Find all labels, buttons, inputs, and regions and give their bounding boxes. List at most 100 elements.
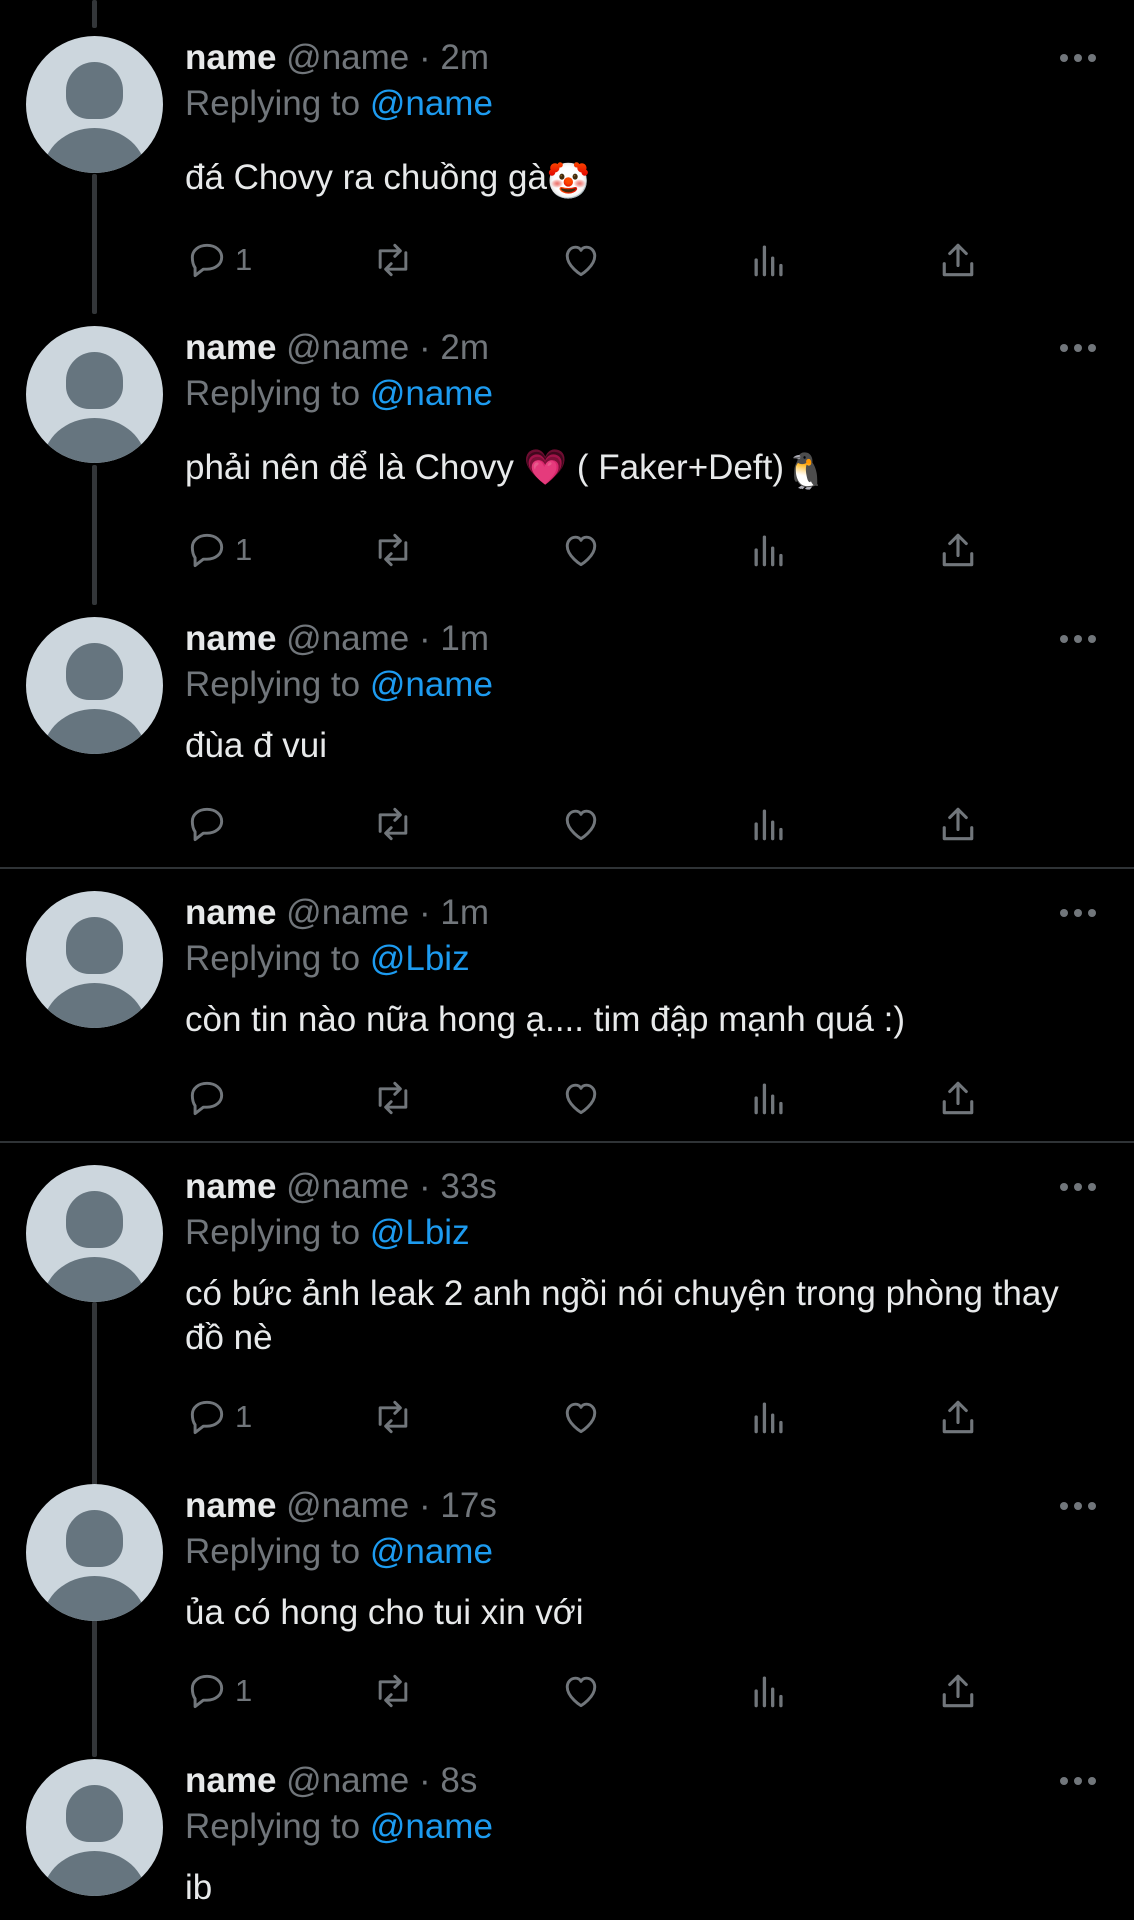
like-button[interactable]	[559, 1666, 603, 1716]
user-handle[interactable]: @name	[286, 1761, 409, 1800]
like-button[interactable]	[559, 1392, 603, 1442]
like-button[interactable]	[559, 525, 603, 575]
share-button[interactable]	[936, 525, 980, 575]
tweet-header: name @name · 33s	[185, 1165, 497, 1209]
user-handle[interactable]: @name	[286, 1167, 409, 1206]
replying-to: Replying to @name	[185, 372, 493, 416]
display-name[interactable]: name	[185, 619, 276, 658]
tweet-text: có bức ảnh leak 2 anh ngồi nói chuyện tr…	[185, 1274, 1059, 1357]
display-name[interactable]: name	[185, 893, 276, 932]
avatar[interactable]	[26, 891, 163, 1028]
display-name[interactable]: name	[185, 1761, 276, 1800]
more-dots-icon[interactable]	[1060, 909, 1096, 919]
reply-button[interactable]	[185, 1073, 235, 1123]
more-dots-icon[interactable]	[1060, 344, 1096, 354]
display-name[interactable]: name	[185, 38, 276, 77]
reply-button[interactable]	[185, 799, 235, 849]
avatar-body-shape	[43, 1576, 146, 1621]
retweet-button[interactable]	[371, 1666, 415, 1716]
timestamp[interactable]: 1m	[440, 893, 489, 932]
user-handle[interactable]: @name	[286, 328, 409, 367]
reply-button[interactable]: 1	[185, 525, 252, 575]
mention-link[interactable]: @name	[370, 374, 493, 413]
display-name[interactable]: name	[185, 328, 276, 367]
avatar-body-shape	[43, 709, 146, 754]
tweet-actions: 1	[185, 1392, 1005, 1442]
timestamp[interactable]: 1m	[440, 619, 489, 658]
more-dots-icon[interactable]	[1060, 1502, 1096, 1512]
views-button[interactable]	[747, 1073, 791, 1123]
timestamp[interactable]: 17s	[440, 1486, 496, 1525]
timestamp[interactable]: 33s	[440, 1167, 496, 1206]
timestamp[interactable]: 2m	[440, 38, 489, 77]
avatar[interactable]	[26, 326, 163, 463]
reply-button[interactable]: 1	[185, 1392, 252, 1442]
clown-emoji: 🤡	[546, 162, 591, 201]
mention-link[interactable]: @name	[370, 1532, 493, 1571]
like-button[interactable]	[559, 1073, 603, 1123]
display-name[interactable]: name	[185, 1486, 276, 1525]
share-upload-icon	[942, 1081, 974, 1115]
retweet-button[interactable]	[371, 1073, 415, 1123]
avatar[interactable]	[26, 1759, 163, 1896]
thread-divider	[0, 1141, 1134, 1143]
retweet-arrows-icon	[378, 1081, 408, 1115]
retweet-button[interactable]	[371, 235, 415, 285]
reply-button[interactable]: 1	[185, 1666, 252, 1716]
penguin-emoji: 🐧	[784, 452, 828, 491]
speech-bubble-icon	[190, 1400, 224, 1435]
bar-chart-icon	[754, 245, 783, 277]
more-dots-icon[interactable]	[1060, 635, 1096, 645]
avatar[interactable]	[26, 36, 163, 173]
share-button[interactable]	[936, 1666, 980, 1716]
more-dots-icon[interactable]	[1060, 54, 1096, 64]
like-button[interactable]	[559, 799, 603, 849]
tweet-text-content: phải nên để là Chovy 💗 ( Faker+Deft)	[185, 448, 784, 487]
retweet-button[interactable]	[371, 525, 415, 575]
timestamp[interactable]: 8s	[440, 1761, 477, 1800]
views-button[interactable]	[747, 799, 791, 849]
views-button[interactable]	[747, 1392, 791, 1442]
avatar[interactable]	[26, 1484, 163, 1621]
avatar-head-shape	[66, 1785, 123, 1842]
mention-link[interactable]: @name	[370, 1807, 493, 1846]
timestamp[interactable]: 2m	[440, 328, 489, 367]
tweet-text: ib	[185, 1868, 213, 1907]
reply-button[interactable]: 1	[185, 235, 252, 285]
mention-link[interactable]: @Lbiz	[370, 939, 470, 978]
retweet-button[interactable]	[371, 799, 415, 849]
user-handle[interactable]: @name	[286, 893, 409, 932]
more-dots-icon[interactable]	[1060, 1777, 1096, 1787]
avatar[interactable]	[26, 1165, 163, 1302]
separator-dot: ·	[419, 1167, 431, 1206]
separator-dot: ·	[419, 328, 431, 367]
thread-connector-line	[92, 0, 97, 28]
avatar-head-shape	[66, 917, 123, 974]
replying-to: Replying to @name	[185, 663, 493, 707]
share-button[interactable]	[936, 1392, 980, 1442]
retweet-arrows-icon	[378, 243, 408, 277]
heart-icon	[565, 245, 597, 277]
mention-link[interactable]: @name	[370, 665, 493, 704]
share-button[interactable]	[936, 799, 980, 849]
display-name[interactable]: name	[185, 1167, 276, 1206]
mention-link[interactable]: @name	[370, 84, 493, 123]
user-handle[interactable]: @name	[286, 1486, 409, 1525]
like-button[interactable]	[559, 235, 603, 285]
share-button[interactable]	[936, 235, 980, 285]
views-button[interactable]	[747, 525, 791, 575]
user-handle[interactable]: @name	[286, 619, 409, 658]
share-button[interactable]	[936, 1073, 980, 1123]
retweet-button[interactable]	[371, 1392, 415, 1442]
more-dots-icon[interactable]	[1060, 1183, 1096, 1193]
mention-link[interactable]: @Lbiz	[370, 1213, 470, 1252]
views-button[interactable]	[747, 1666, 791, 1716]
user-handle[interactable]: @name	[286, 38, 409, 77]
share-upload-icon	[942, 533, 974, 567]
share-upload-icon	[942, 243, 974, 277]
tweet-text: ủa có hong cho tui xin với	[185, 1593, 584, 1632]
avatar[interactable]	[26, 617, 163, 754]
tweet-text: còn tin nào nữa hong ạ.... tim đập mạnh …	[185, 1000, 905, 1039]
tweet-actions	[185, 1073, 1005, 1123]
views-button[interactable]	[747, 235, 791, 285]
